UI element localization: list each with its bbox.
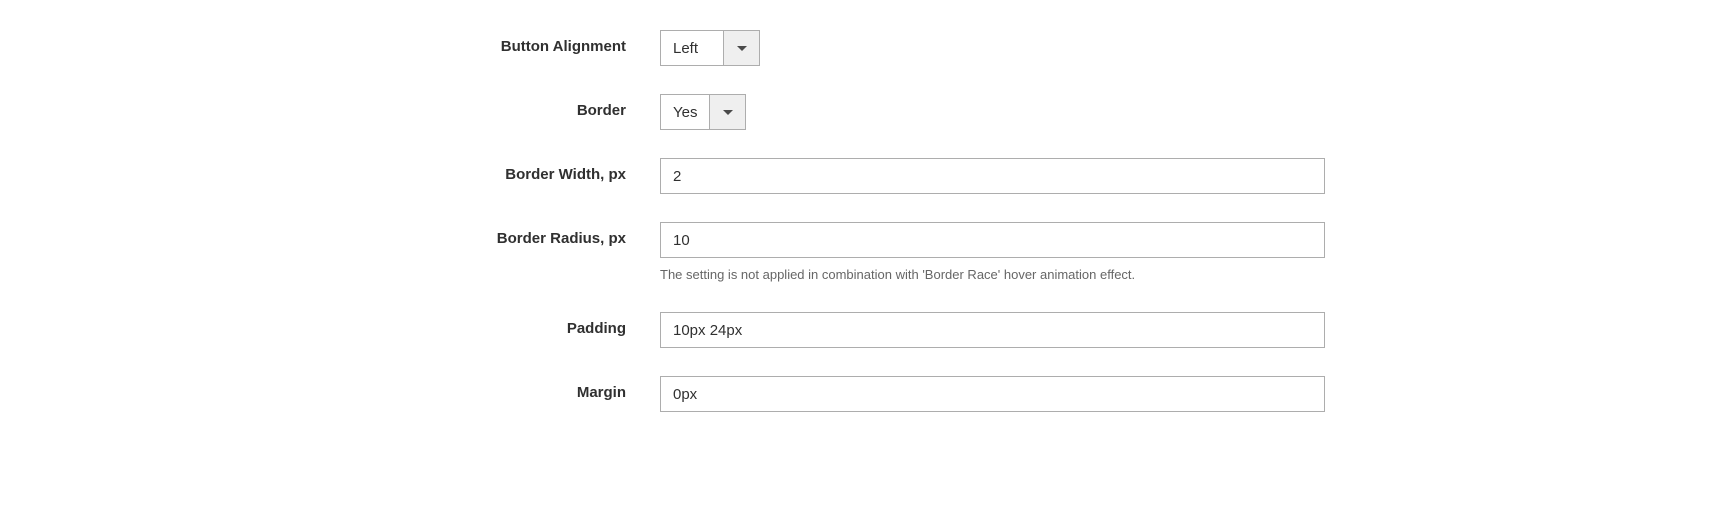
row-button-alignment: Button Alignment Left: [40, 30, 1689, 66]
border-radius-input[interactable]: [660, 222, 1325, 258]
border-width-input[interactable]: [660, 158, 1325, 194]
padding-input[interactable]: [660, 312, 1325, 348]
label-padding: Padding: [567, 320, 626, 337]
caret-down-icon: [737, 46, 747, 51]
label-margin: Margin: [577, 384, 626, 401]
label-border: Border: [577, 102, 626, 119]
border-radius-helper: The setting is not applied in combinatio…: [660, 266, 1325, 284]
button-alignment-select[interactable]: Left: [660, 30, 760, 66]
label-border-width: Border Width, px: [505, 166, 626, 183]
margin-input[interactable]: [660, 376, 1325, 412]
border-select[interactable]: Yes: [660, 94, 746, 130]
row-border-radius: Border Radius, px The setting is not app…: [40, 222, 1689, 284]
row-border: Border Yes: [40, 94, 1689, 130]
row-border-width: Border Width, px: [40, 158, 1689, 194]
border-toggle[interactable]: [709, 95, 745, 129]
label-button-alignment: Button Alignment: [501, 38, 626, 55]
label-border-radius: Border Radius, px: [497, 230, 626, 247]
row-padding: Padding: [40, 312, 1689, 348]
border-value: Yes: [661, 95, 709, 129]
row-margin: Margin: [40, 376, 1689, 412]
caret-down-icon: [723, 110, 733, 115]
button-alignment-toggle[interactable]: [723, 31, 759, 65]
button-alignment-value: Left: [661, 31, 723, 65]
